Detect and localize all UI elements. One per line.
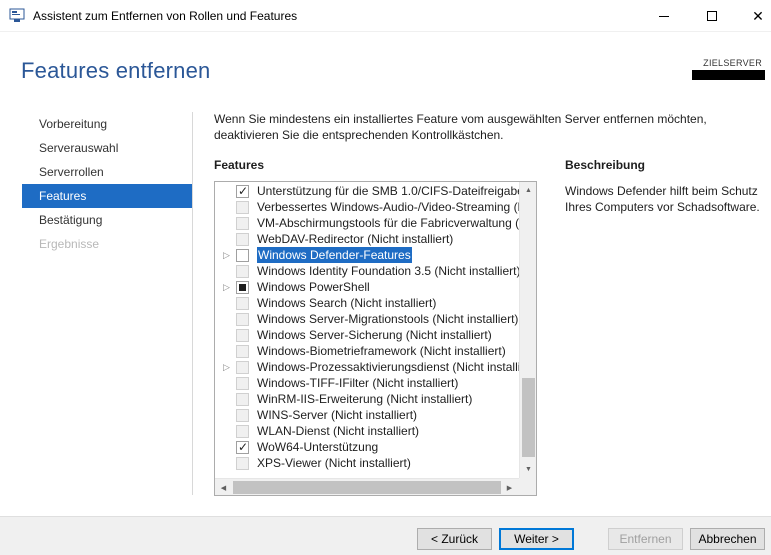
feature-row[interactable]: Windows-Biometrieframework (Nicht instal… <box>215 343 521 359</box>
nav-item-serverrollen[interactable]: Serverrollen <box>22 160 192 184</box>
feature-label: WINS-Server (Nicht installiert) <box>257 408 418 422</box>
vertical-scrollbar[interactable]: ▲ ▼ <box>519 182 536 478</box>
feature-checkbox <box>236 377 249 390</box>
feature-checkbox <box>236 201 249 214</box>
horizontal-scroll-thumb[interactable] <box>233 481 501 494</box>
back-button[interactable]: < Zurück <box>417 528 492 550</box>
feature-row[interactable]: ▷ Windows-Prozessaktivierungsdienst (Nich… <box>215 359 527 375</box>
feature-row[interactable]: Windows Server-Sicherung (Nicht installi… <box>215 327 521 343</box>
feature-label: Windows Server-Sicherung (Nicht installi… <box>257 328 492 342</box>
remove-button: Entfernen <box>608 528 683 550</box>
feature-label: WoW64-Unterstützung <box>257 440 379 454</box>
nav-item-bestaetigung[interactable]: Bestätigung <box>22 208 192 232</box>
minimize-button[interactable] <box>641 0 687 32</box>
feature-checkbox <box>236 329 249 342</box>
description-heading: Beschreibung <box>565 158 646 172</box>
feature-checkbox <box>236 393 249 406</box>
vertical-scroll-thumb[interactable] <box>522 378 535 457</box>
nav-item-vorbereitung[interactable]: Vorbereitung <box>22 112 192 136</box>
feature-row[interactable]: ▷ Windows PowerShell <box>215 279 521 295</box>
feature-row[interactable]: ▷ Windows Defender-Features <box>215 246 521 264</box>
feature-label: Windows Identity Foundation 3.5 (Nicht i… <box>257 264 521 278</box>
feature-row[interactable]: Windows Search (Nicht installiert) <box>215 295 521 311</box>
feature-label: XPS-Viewer (Nicht installiert) <box>257 456 411 470</box>
feature-row[interactable]: WLAN-Dienst (Nicht installiert) <box>215 423 521 439</box>
page-title: Features entfernen <box>21 58 211 83</box>
feature-checkbox[interactable] <box>236 439 249 455</box>
feature-row[interactable]: Verbessertes Windows-Audio-/Video-Stream… <box>215 199 526 215</box>
maximize-button[interactable] <box>689 0 735 32</box>
window-title: Assistent zum Entfernen von Rollen und F… <box>33 9 298 23</box>
feature-label: Unterstützung für die SMB 1.0/CIFS-Datei… <box>257 184 524 198</box>
feature-checkbox <box>236 457 249 470</box>
expand-arrow-icon[interactable]: ▷ <box>223 359 233 375</box>
feature-checkbox <box>236 345 249 358</box>
horizontal-scrollbar[interactable]: ◀ ▶ <box>215 478 536 495</box>
target-server-name-redacted <box>692 70 765 80</box>
minimize-icon <box>659 15 669 17</box>
scroll-right-icon[interactable]: ▶ <box>501 479 518 495</box>
close-icon: ✕ <box>752 7 764 24</box>
feature-label: WLAN-Dienst (Nicht installiert) <box>257 424 420 438</box>
next-button[interactable]: Weiter > <box>499 528 574 550</box>
feature-checkbox[interactable] <box>236 183 249 199</box>
feature-label: Verbessertes Windows-Audio-/Video-Stream… <box>257 200 527 214</box>
feature-checkbox <box>236 217 249 230</box>
feature-label: Windows Server-Migrationstools (Nicht in… <box>257 312 519 326</box>
feature-row[interactable]: WoW64-Unterstützung <box>215 439 521 455</box>
feature-checkbox <box>236 313 249 326</box>
feature-label: WebDAV-Redirector (Nicht installiert) <box>257 232 454 246</box>
scroll-up-icon[interactable]: ▲ <box>520 182 536 199</box>
maximize-icon <box>707 11 717 21</box>
feature-row[interactable]: Windows-TIFF-IFilter (Nicht installiert) <box>215 375 521 391</box>
feature-row[interactable]: Windows Server-Migrationstools (Nicht in… <box>215 311 521 327</box>
features-tree[interactable]: Unterstützung für die SMB 1.0/CIFS-Datei… <box>214 181 537 496</box>
nav-item-serverauswahl[interactable]: Serverauswahl <box>22 136 192 160</box>
feature-label: Windows PowerShell <box>257 280 370 294</box>
wizard-navigation: Vorbereitung Serverauswahl Serverrollen … <box>22 112 192 256</box>
feature-label: Windows-Biometrieframework (Nicht instal… <box>257 344 506 358</box>
intro-text: Wenn Sie mindestens ein installiertes Fe… <box>214 112 707 142</box>
target-server-label: ZIELSERVER <box>703 58 762 68</box>
description-text: Windows Defender hilft beim Schutz Ihres… <box>565 184 760 214</box>
expand-arrow-icon[interactable]: ▷ <box>223 279 233 295</box>
cancel-button[interactable]: Abbrechen <box>690 528 765 550</box>
feature-label: Windows-TIFF-IFilter (Nicht installiert) <box>257 376 459 390</box>
feature-checkbox <box>236 425 249 438</box>
features-heading: Features <box>214 158 265 172</box>
feature-row[interactable]: Unterstützung für die SMB 1.0/CIFS-Datei… <box>215 183 524 199</box>
feature-checkbox <box>236 233 249 246</box>
feature-label: Windows-Prozessaktivierungsdienst (Nicht… <box>257 360 528 374</box>
feature-row[interactable]: WINS-Server (Nicht installiert) <box>215 407 521 423</box>
feature-label: WinRM-IIS-Erweiterung (Nicht installiert… <box>257 392 473 406</box>
scroll-down-icon[interactable]: ▼ <box>520 461 536 478</box>
nav-item-features[interactable]: Features <box>22 184 192 208</box>
feature-label: Windows Search (Nicht installiert) <box>257 296 437 310</box>
server-manager-icon <box>9 8 25 22</box>
feature-checkbox <box>236 265 249 278</box>
scroll-left-icon[interactable]: ◀ <box>215 479 232 495</box>
title-bar: Assistent zum Entfernen von Rollen und F… <box>0 0 771 32</box>
feature-row[interactable]: WebDAV-Redirector (Nicht installiert) <box>215 231 521 247</box>
feature-checkbox[interactable] <box>236 281 249 294</box>
close-button[interactable]: ✕ <box>735 0 771 32</box>
features-list: Unterstützung für die SMB 1.0/CIFS-Datei… <box>215 183 528 471</box>
nav-divider <box>192 112 193 495</box>
expand-arrow-icon[interactable]: ▷ <box>223 247 233 263</box>
nav-item-ergebnisse: Ergebnisse <box>39 237 100 251</box>
scrollbar-corner <box>519 478 536 495</box>
feature-checkbox <box>236 361 249 374</box>
feature-checkbox[interactable] <box>236 249 249 262</box>
feature-row[interactable]: WinRM-IIS-Erweiterung (Nicht installiert… <box>215 391 521 407</box>
feature-row[interactable]: XPS-Viewer (Nicht installiert) <box>215 455 521 471</box>
feature-row[interactable]: Windows Identity Foundation 3.5 (Nicht i… <box>215 263 521 279</box>
feature-checkbox <box>236 297 249 310</box>
feature-row[interactable]: VM-Abschirmungstools für die Fabricverwa… <box>215 215 528 231</box>
feature-label: VM-Abschirmungstools für die Fabricverwa… <box>257 216 528 230</box>
feature-label: Windows Defender-Features <box>256 246 413 264</box>
feature-checkbox <box>236 409 249 422</box>
